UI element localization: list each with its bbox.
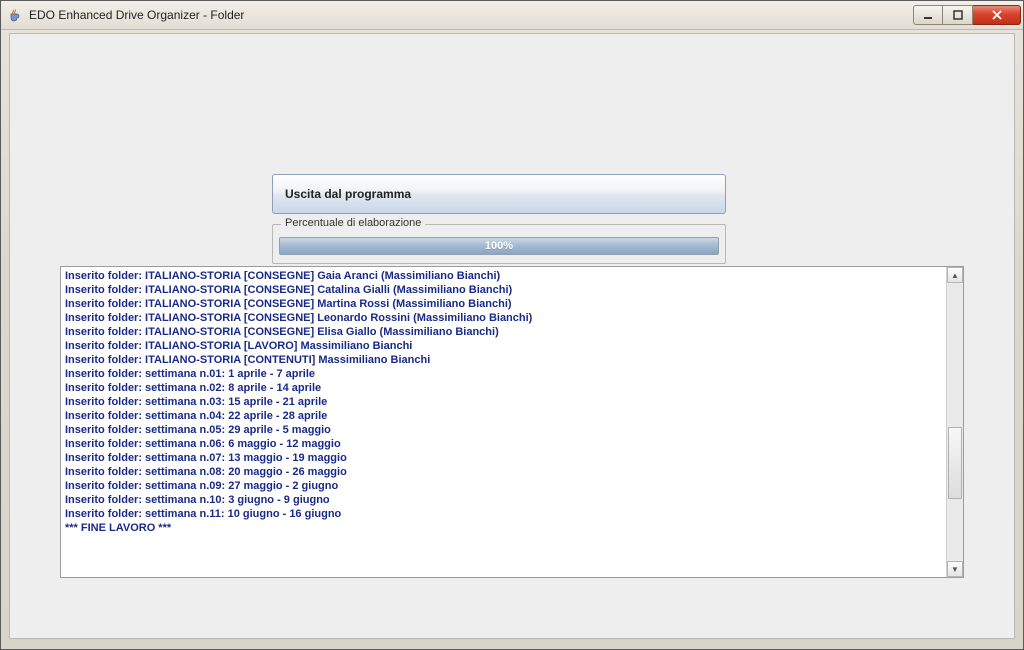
log-line: Inserito folder: settimana n.05: 29 apri… — [65, 423, 942, 437]
client-area: Uscita dal programma Percentuale di elab… — [9, 33, 1015, 639]
log-line: Inserito folder: settimana n.03: 15 apri… — [65, 395, 942, 409]
log-line: Inserito folder: ITALIANO-STORIA [CONSEG… — [65, 297, 942, 311]
log-panel: Inserito folder: ITALIANO-STORIA [CONSEG… — [60, 266, 964, 578]
log-text[interactable]: Inserito folder: ITALIANO-STORIA [CONSEG… — [61, 267, 946, 577]
exit-program-button[interactable]: Uscita dal programma — [272, 174, 726, 214]
log-line: Inserito folder: settimana n.07: 13 magg… — [65, 451, 942, 465]
top-panel: Uscita dal programma Percentuale di elab… — [272, 174, 732, 264]
minimize-button[interactable] — [913, 5, 943, 25]
vertical-scrollbar[interactable]: ▲ ▼ — [946, 267, 963, 577]
log-line: Inserito folder: ITALIANO-STORIA [CONSEG… — [65, 283, 942, 297]
scroll-thumb[interactable] — [948, 427, 962, 499]
log-line: *** FINE LAVORO *** — [65, 521, 942, 535]
exit-program-label: Uscita dal programma — [285, 187, 411, 201]
log-line: Inserito folder: settimana n.06: 6 maggi… — [65, 437, 942, 451]
log-line: Inserito folder: settimana n.04: 22 apri… — [65, 409, 942, 423]
maximize-button[interactable] — [943, 5, 973, 25]
log-line: Inserito folder: ITALIANO-STORIA [LAVORO… — [65, 339, 942, 353]
log-line: Inserito folder: settimana n.10: 3 giugn… — [65, 493, 942, 507]
window-title: EDO Enhanced Drive Organizer - Folder — [29, 8, 913, 22]
java-cup-icon — [7, 7, 23, 23]
progress-percent-label: 100% — [280, 238, 718, 254]
log-line: Inserito folder: settimana n.08: 20 magg… — [65, 465, 942, 479]
window-controls — [913, 5, 1021, 25]
titlebar[interactable]: EDO Enhanced Drive Organizer - Folder — [1, 1, 1023, 30]
log-line: Inserito folder: settimana n.02: 8 april… — [65, 381, 942, 395]
scroll-down-button[interactable]: ▼ — [947, 561, 963, 577]
log-line: Inserito folder: ITALIANO-STORIA [CONSEG… — [65, 325, 942, 339]
close-button[interactable] — [973, 5, 1021, 25]
scroll-up-button[interactable]: ▲ — [947, 267, 963, 283]
log-line: Inserito folder: settimana n.09: 27 magg… — [65, 479, 942, 493]
progress-group-label: Percentuale di elaborazione — [281, 217, 425, 229]
progress-group: Percentuale di elaborazione 100% — [272, 224, 726, 264]
log-line: Inserito folder: settimana n.01: 1 april… — [65, 367, 942, 381]
progress-bar: 100% — [279, 237, 719, 255]
app-window: EDO Enhanced Drive Organizer - Folder Us… — [0, 0, 1024, 650]
log-line: Inserito folder: ITALIANO-STORIA [CONSEG… — [65, 269, 942, 283]
log-line: Inserito folder: ITALIANO-STORIA [CONTEN… — [65, 353, 942, 367]
log-line: Inserito folder: settimana n.11: 10 giug… — [65, 507, 942, 521]
log-line: Inserito folder: ITALIANO-STORIA [CONSEG… — [65, 311, 942, 325]
